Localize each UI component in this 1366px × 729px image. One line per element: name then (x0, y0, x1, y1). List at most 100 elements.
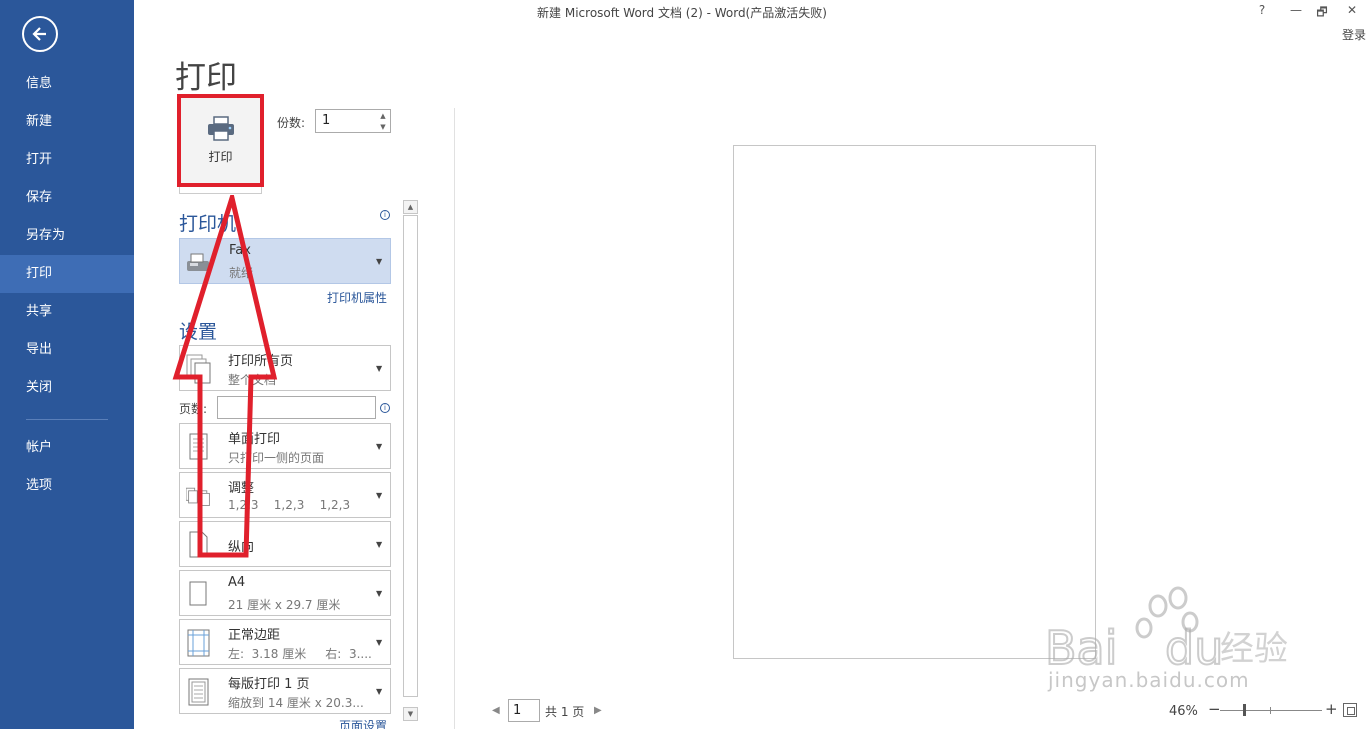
page-setup-link[interactable]: 页面设置 (339, 717, 387, 729)
chevron-down-icon: ▼ (376, 589, 383, 598)
pages-per-sheet-label: 每版打印 1 页 (228, 677, 310, 692)
scroll-up-icon[interactable]: ▲ (403, 200, 418, 214)
info-icon[interactable]: i (380, 210, 390, 220)
copies-label: 份数: (277, 116, 306, 130)
printer-dropdown[interactable]: Fax 就绪 ▼ (179, 238, 391, 284)
sidebar-item-share[interactable]: 共享 (0, 293, 134, 331)
pages-stack-icon (186, 354, 211, 384)
close-button[interactable]: ✕ (1340, 3, 1364, 21)
orientation-dropdown[interactable]: 纵向 ▼ (179, 521, 391, 567)
chevron-down-icon: ▼ (376, 540, 383, 549)
zoom-slider[interactable] (1220, 710, 1322, 711)
chevron-down-icon: ▼ (376, 442, 383, 451)
zoom-slider-thumb[interactable] (1243, 704, 1246, 716)
margins-desc: 左: 3.18 厘米 右: 3.... (228, 647, 372, 661)
svg-text:Bai: Bai (1045, 621, 1118, 675)
settings-section-title: 设置 (179, 321, 218, 343)
pages-label: 页数: (179, 402, 208, 416)
pages-input[interactable] (217, 396, 376, 419)
scroll-down-icon[interactable]: ▼ (403, 707, 418, 721)
panel-divider (454, 108, 455, 729)
window-title: 新建 Microsoft Word 文档 (2) - Word(产品激活失败) (537, 6, 827, 20)
margins-dropdown[interactable]: 正常边距 左: 3.18 厘米 右: 3.... ▼ (179, 619, 391, 665)
printer-status: 就绪 (229, 266, 254, 280)
printer-properties-link[interactable]: 打印机属性 (327, 289, 387, 306)
copies-value: 1 (322, 113, 331, 128)
minimize-button[interactable]: — (1284, 3, 1308, 21)
sidebar-item-save-as[interactable]: 另存为 (0, 217, 134, 255)
back-button[interactable] (22, 16, 58, 52)
svg-text:du: du (1165, 621, 1223, 675)
zoom-to-page-icon[interactable] (1343, 703, 1357, 717)
printer-section-title: 打印机 (179, 213, 237, 235)
arrow-left-icon (32, 27, 46, 41)
print-button[interactable]: 打印 (177, 94, 264, 187)
sidebar-divider (26, 419, 108, 420)
fax-icon (187, 253, 209, 271)
pages-per-sheet-icon (188, 678, 209, 706)
spin-up-icon[interactable]: ▲ (378, 111, 388, 121)
next-page-icon[interactable]: ▶ (594, 705, 602, 716)
sidebar-item-new[interactable]: 新建 (0, 103, 134, 141)
pages-per-sheet-dropdown[interactable]: 每版打印 1 页 缩放到 14 厘米 x 20.3... ▼ (179, 668, 391, 714)
one-sided-page-icon (189, 433, 208, 460)
print-range-desc: 整个文档 (228, 373, 277, 387)
collate-label: 调整 (228, 481, 255, 496)
collate-desc: 1,2,3 1,2,3 1,2,3 (228, 498, 351, 512)
title-bar: 新建 Microsoft Word 文档 (2) - Word(产品激活失败) … (134, 0, 1366, 26)
paper-size-label: A4 (228, 575, 246, 590)
previous-page-icon[interactable]: ◀ (492, 705, 500, 716)
sidebar-item-print[interactable]: 打印 (0, 255, 134, 293)
printer-icon (207, 116, 234, 141)
sides-dropdown[interactable]: 单面打印 只打印一侧的页面 ▼ (179, 423, 391, 469)
sidebar-item-export[interactable]: 导出 (0, 331, 134, 369)
chevron-down-icon: ▼ (376, 491, 383, 500)
printer-name: Fax (229, 243, 251, 258)
sidebar-item-account[interactable]: 帐户 (0, 429, 134, 467)
login-link[interactable]: 登录 (1342, 26, 1366, 43)
restore-button[interactable]: 🗗 (1310, 3, 1334, 21)
page-number-value: 1 (513, 703, 522, 718)
sidebar-item-save[interactable]: 保存 (0, 179, 134, 217)
info-icon[interactable]: i (380, 403, 390, 413)
settings-scrollbar[interactable]: ▲ ▼ (403, 200, 418, 721)
margins-label: 正常边距 (228, 628, 281, 643)
page-total: 共 1 页 (545, 705, 585, 719)
sidebar-item-info[interactable]: 信息 (0, 65, 134, 103)
chevron-down-icon: ▼ (376, 687, 383, 696)
spin-down-icon[interactable]: ▼ (378, 122, 388, 132)
svg-text:经验: 经验 (1220, 629, 1288, 669)
paper-size-desc: 21 厘米 x 29.7 厘米 (228, 598, 341, 612)
chevron-down-icon: ▼ (376, 257, 383, 266)
word-backstage-print: 信息 新建 打开 保存 另存为 打印 共享 导出 关闭 帐户 选项 新建 Mic… (0, 0, 1366, 729)
print-range-label: 打印所有页 (228, 354, 294, 369)
portrait-page-icon (189, 531, 208, 558)
zoom-slider-center-tick (1270, 707, 1271, 714)
sides-desc: 只打印一侧的页面 (228, 451, 325, 465)
page-number-input[interactable]: 1 (508, 699, 540, 722)
paper-size-dropdown[interactable]: A4 21 厘米 x 29.7 厘米 ▼ (179, 570, 391, 616)
sidebar-item-options[interactable]: 选项 (0, 467, 134, 505)
sidebar-item-open[interactable]: 打开 (0, 141, 134, 179)
print-button-label: 打印 (208, 150, 233, 164)
chevron-down-icon: ▼ (376, 638, 383, 647)
sidebar-item-close[interactable]: 关闭 (0, 369, 134, 407)
paper-icon (189, 581, 207, 606)
sides-label: 单面打印 (228, 432, 281, 447)
page-title: 打印 (175, 60, 237, 96)
print-button-shadow (179, 187, 262, 194)
copies-input[interactable]: 1 ▲ ▼ (315, 109, 391, 133)
scrollbar-track[interactable] (403, 215, 418, 697)
watermark-url: jingyan.baidu.com (1048, 668, 1250, 692)
chevron-down-icon: ▼ (376, 364, 383, 373)
zoom-level[interactable]: 46% (1169, 704, 1198, 719)
orientation-label: 纵向 (228, 540, 255, 555)
print-range-dropdown[interactable]: 打印所有页 整个文档 ▼ (179, 345, 391, 391)
zoom-in-icon[interactable]: + (1325, 700, 1338, 718)
collate-icon (186, 487, 210, 506)
collate-dropdown[interactable]: 调整 1,2,3 1,2,3 1,2,3 ▼ (179, 472, 391, 518)
help-button[interactable]: ? (1250, 3, 1274, 21)
backstage-sidebar: 信息 新建 打开 保存 另存为 打印 共享 导出 关闭 帐户 选项 (0, 0, 134, 729)
zoom-out-icon[interactable]: − (1208, 700, 1221, 718)
pages-per-sheet-desc: 缩放到 14 厘米 x 20.3... (228, 696, 364, 710)
